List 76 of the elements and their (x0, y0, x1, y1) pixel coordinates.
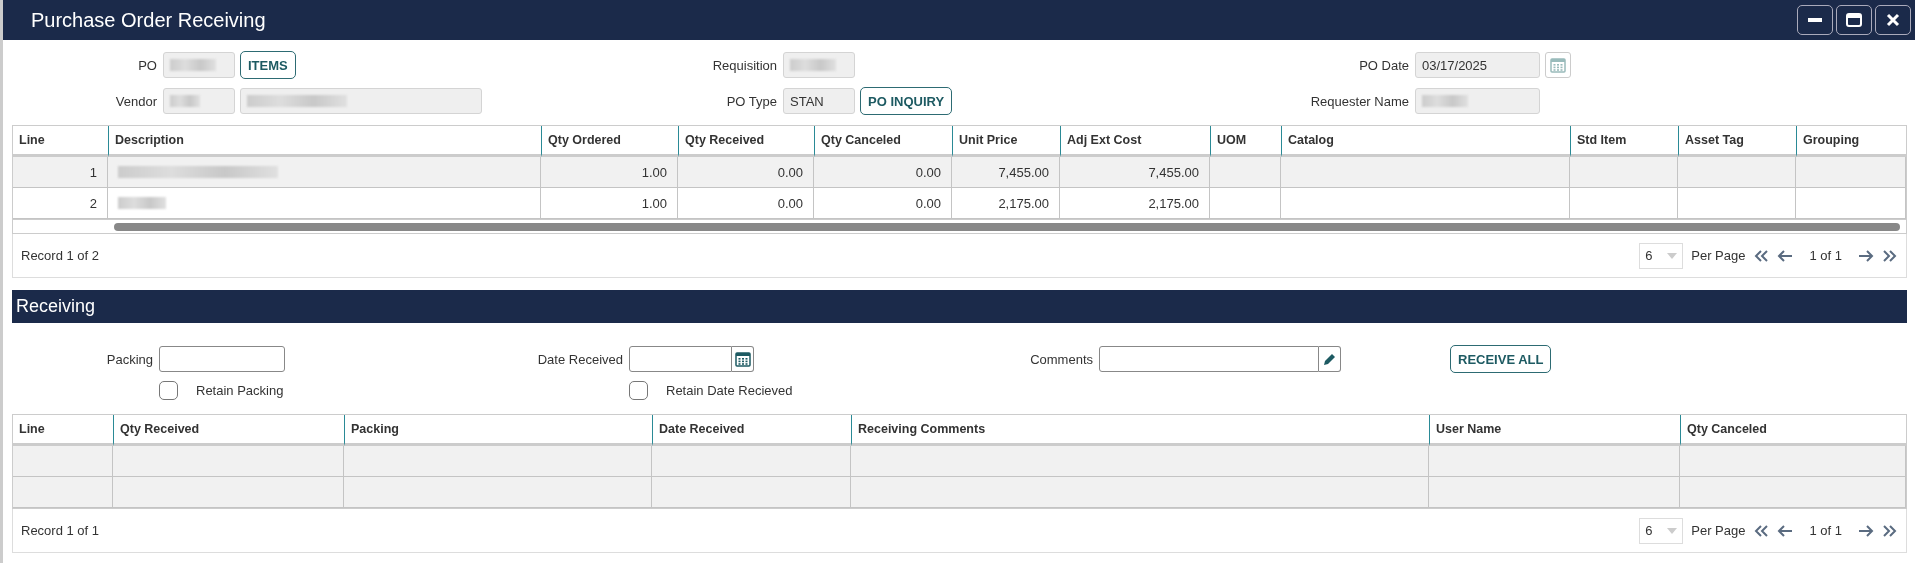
field-label: Vendor (115, 93, 158, 109)
per-page-select[interactable]: 6 (1639, 517, 1684, 544)
redacted-value (170, 59, 216, 71)
action-button[interactable]: PO INQUIRY (860, 87, 953, 115)
table-cell: 2,175.00 (1060, 188, 1210, 219)
table-cell: 1.00 (541, 157, 678, 188)
table-cell: 0.00 (678, 157, 814, 188)
calendar-button[interactable] (732, 346, 754, 372)
table-cell: 1.00 (541, 188, 678, 219)
redacted-value (1422, 95, 1468, 107)
redacted-value (790, 59, 836, 71)
readonly-field[interactable] (240, 88, 482, 114)
previous-page-button[interactable] (1777, 248, 1794, 263)
field-label: Requisition (712, 57, 778, 73)
date-field[interactable]: 03/17/2025 (1415, 52, 1540, 78)
field-label: Packing (106, 351, 154, 367)
table-cell: 1 (13, 157, 108, 188)
field-label: PO Date (1359, 57, 1410, 73)
record-count: Record 1 of 1 (21, 523, 100, 538)
dropdown-caret-icon (1667, 252, 1678, 259)
checkbox-label: Retain Packing (196, 383, 284, 398)
maximize-button[interactable] (1836, 5, 1872, 35)
checkbox[interactable] (159, 381, 178, 400)
first-page-button[interactable] (1753, 248, 1770, 263)
field-label: Comments (1030, 351, 1094, 367)
section-header: Receiving (12, 290, 1907, 323)
table-cell: 2 (13, 188, 108, 219)
next-page-button[interactable] (1858, 523, 1874, 538)
table-cell (1210, 157, 1281, 188)
table-cell: 7,455.00 (1060, 157, 1210, 188)
date-field[interactable] (629, 346, 732, 372)
table-cell: 0.00 (814, 188, 952, 219)
last-page-button[interactable] (1882, 248, 1898, 263)
pencil-icon (1322, 352, 1337, 366)
comments-field[interactable] (1099, 346, 1319, 372)
receive-all-button[interactable]: RECEIVE ALL (1450, 345, 1552, 373)
table-cell: 0.00 (678, 188, 814, 219)
redacted-value (170, 95, 200, 107)
minimize-button[interactable] (1797, 5, 1833, 35)
edit-button[interactable] (1319, 346, 1341, 372)
field-label: PO (138, 57, 158, 73)
next-page-button[interactable] (1858, 248, 1874, 263)
window-title: Purchase Order Receiving (31, 8, 266, 32)
readonly-field[interactable]: STAN (783, 88, 855, 114)
action-button[interactable]: ITEMS (240, 51, 296, 79)
table-cell: 0.00 (814, 157, 952, 188)
record-count: Record 1 of 2 (21, 248, 100, 263)
table-cell: 2,175.00 (952, 188, 1060, 219)
page-indicator: 1 of 1 (1809, 248, 1842, 263)
field-label: Date Received (537, 351, 624, 367)
page-indicator: 1 of 1 (1809, 523, 1842, 538)
minimize-icon (1808, 18, 1822, 22)
per-page-label: Per Page (1691, 523, 1746, 538)
readonly-field[interactable] (163, 52, 235, 78)
table-cell: 7,455.00 (952, 157, 1060, 188)
previous-page-button[interactable] (1777, 523, 1794, 538)
dropdown-caret-icon (1667, 527, 1678, 534)
field-label: PO Type (726, 93, 778, 109)
last-page-button[interactable] (1882, 523, 1898, 538)
horizontal-scrollbar[interactable] (12, 220, 1907, 234)
redacted-value (118, 197, 166, 209)
per-page-label: Per Page (1691, 248, 1746, 263)
checkbox[interactable] (629, 381, 648, 400)
calendar-icon (1550, 57, 1566, 73)
calendar-icon (734, 351, 751, 367)
close-button[interactable] (1875, 5, 1911, 35)
maximize-icon (1846, 13, 1862, 27)
checkbox-label: Retain Date Recieved (666, 383, 793, 398)
packing-field[interactable] (159, 346, 285, 372)
per-page-select[interactable]: 6 (1639, 242, 1684, 269)
first-page-button[interactable] (1753, 523, 1770, 538)
readonly-field[interactable] (163, 88, 235, 114)
close-icon (1886, 13, 1900, 27)
readonly-field[interactable] (1415, 88, 1540, 114)
readonly-field[interactable] (783, 52, 855, 78)
field-label: Requester Name (1310, 93, 1410, 109)
